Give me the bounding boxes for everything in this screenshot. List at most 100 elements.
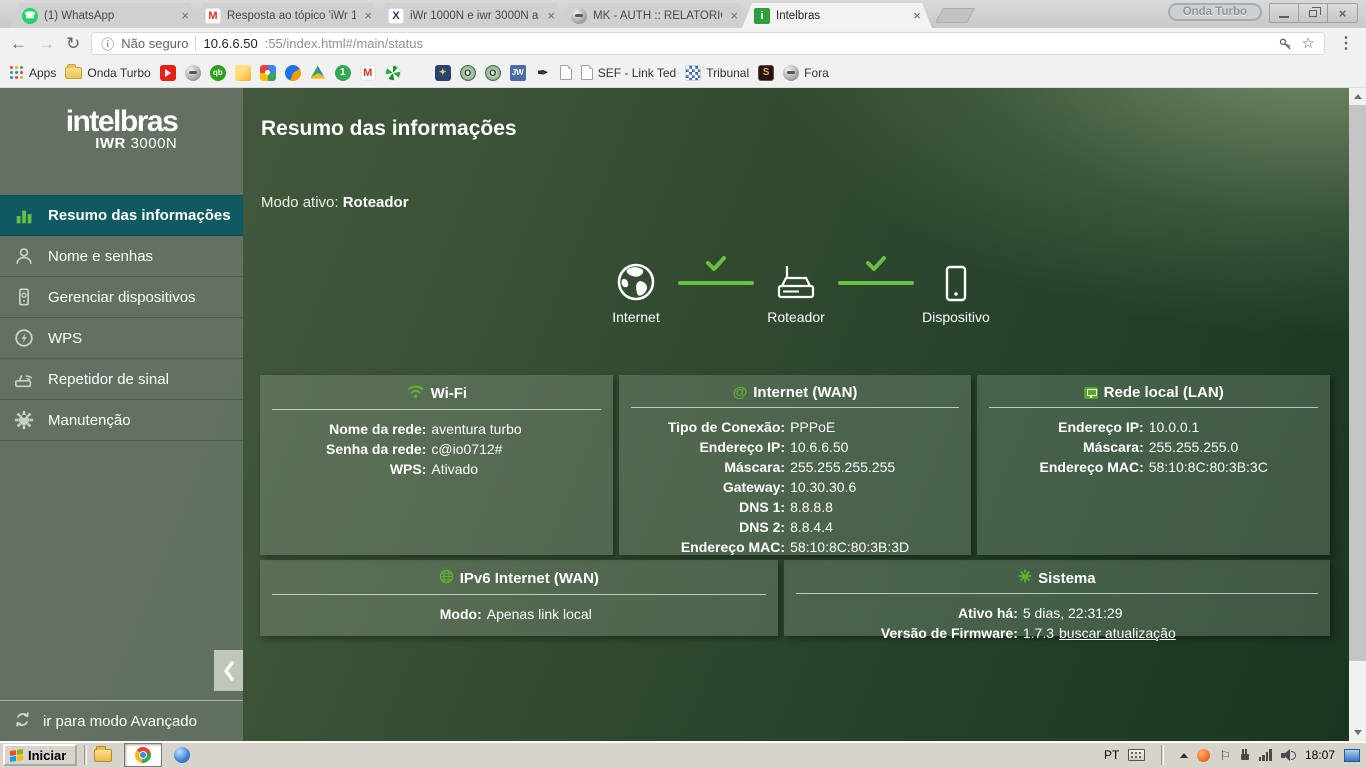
tab-forum[interactable]: X iWr 1000N e iwr 3000N am × [376,3,566,28]
avast-tray-icon[interactable] [1197,748,1211,762]
bookmark-star-icon[interactable]: ☆ [1302,34,1315,52]
quickbooks-icon[interactable]: qb [209,64,226,81]
tab-title: Intelbras [776,9,821,22]
windows-logo-icon [10,748,23,762]
bookmark-folder-onda-turbo[interactable]: Onda Turbo [65,63,151,80]
google-drive-icon[interactable] [310,65,326,79]
wps-icon [13,327,35,349]
repeater-icon [13,368,35,390]
tab-close-icon[interactable]: × [911,9,923,22]
pinwheel-icon[interactable] [384,64,401,81]
restore-button[interactable] [1299,4,1328,22]
avatar-face-icon[interactable] [184,64,201,81]
tab-close-icon[interactable]: × [545,9,557,22]
mosaic-icon [685,64,702,81]
devices-icon [13,286,35,308]
youtube-icon[interactable] [159,64,176,81]
speaker-icon[interactable] [1280,749,1296,761]
yellow-folder-icon[interactable] [234,64,251,81]
triangle-down-icon [1353,730,1362,735]
system-tray: PT ⚐ 18:07 [1104,742,1363,768]
tab-whatsapp[interactable]: ☎ (1) WhatsApp × [10,3,200,28]
scroll-down-button[interactable] [1349,724,1366,741]
show-desktop-icon[interactable] [1344,748,1360,762]
coin-icon[interactable]: O [459,64,476,81]
new-tab-button[interactable] [935,8,975,23]
flag-tray-icon[interactable]: ⚐ [1219,749,1231,762]
bookmark-sef-link-ted[interactable]: SEF - Link Ted [580,65,676,80]
check-icon [865,254,887,277]
browser-menu-icon[interactable]: ⋮ [1336,33,1356,53]
field-value: 58:10:8C:80:3B:3D [790,539,910,555]
scrollbar-thumb[interactable] [1349,105,1366,661]
google-maps-icon[interactable] [259,64,276,81]
whatsapp-favicon: ☎ [22,8,38,24]
microsoft-icon[interactable] [410,65,426,81]
scroll-up-button[interactable] [1349,88,1366,105]
sidebar-item-wps[interactable]: WPS [0,318,243,359]
ornate-icon[interactable]: S [758,64,775,81]
gmail-icon[interactable]: M [359,64,376,81]
field-value: 5 dias, 22:31:29 [1022,605,1123,621]
profile-button[interactable]: Onda Turbo [1167,3,1262,21]
page-icon[interactable] [559,65,572,80]
triangle-up-icon [1353,94,1362,99]
file-manager-taskbar-icon[interactable] [94,745,113,762]
field-label: Senha da rede: [326,441,427,457]
tab-close-icon[interactable]: × [362,9,374,22]
tab-close-icon[interactable]: × [728,9,740,22]
key-icon[interactable] [1278,36,1293,51]
language-indicator[interactable]: PT [1104,748,1119,762]
sidebar-collapse-button[interactable] [214,650,243,691]
restore-icon [1309,6,1321,17]
coin-icon[interactable]: O [484,64,501,81]
page-info-icon[interactable]: ⓘ [101,34,114,53]
minimize-button[interactable] [1270,4,1299,22]
node-label: Dispositivo [922,309,990,325]
check-update-link[interactable]: buscar atualização [1059,625,1176,641]
sidebar-item-repetidor[interactable]: Repetidor de sinal [0,359,243,400]
network-signal-icon[interactable] [1258,749,1272,761]
chrome-taskbar-icon[interactable] [124,743,163,767]
swoosh-icon[interactable] [284,64,301,81]
tab-intelbras-active[interactable]: i Intelbras × [742,3,932,28]
sidebar-item-resumo[interactable]: Resumo das informações [0,195,243,236]
page-scrollbar [1349,88,1366,741]
advanced-mode-button[interactable]: ir para modo Avançado [0,700,243,741]
tab-close-icon[interactable]: × [179,9,191,22]
field-value: 1.7.3 buscar atualização [1023,623,1318,643]
bookmark-tribunal[interactable]: Tribunal [685,64,749,81]
clock[interactable]: 18:07 [1305,748,1335,762]
tab-mkauth[interactable]: MK - AUTH :: RELATORIOS × [559,3,749,28]
address-bar[interactable]: ⓘ Não seguro 10.6.6.50:55/index.html#/ma… [91,31,1325,55]
sidebar-item-gerenciar-dispositivos[interactable]: Gerenciar dispositivos [0,277,243,318]
notification-one-icon[interactable]: 1 [334,64,351,81]
tab-gmail[interactable]: M Resposta ao tópico 'iWr 10 × [193,3,383,28]
card-divider [630,407,960,408]
field-value: 255.255.255.0 [1148,439,1239,455]
keyboard-icon[interactable] [1128,749,1146,761]
jw-icon[interactable]: JW [509,64,526,81]
sidebar-item-manutencao[interactable]: Manutenção [0,400,243,441]
taskbar-separator [84,745,88,765]
start-button[interactable]: Iniciar [3,744,78,766]
feather-icon[interactable]: ✒ [535,65,551,81]
field-label: Nome da rede: [329,421,427,437]
sphere-app-taskbar-icon[interactable] [174,747,191,763]
forward-icon[interactable]: → [38,35,55,52]
navy-crest-icon[interactable]: ✦ [434,64,451,81]
bookmark-fora[interactable]: Fora [783,64,829,81]
apps-shortcut[interactable]: Apps [10,65,56,80]
sidebar-item-nome-e-senhas[interactable]: Nome e senhas [0,236,243,277]
field-value: PPPoE [790,419,836,435]
chevron-left-icon [223,660,234,681]
bookmark-label: Onda Turbo [87,65,151,80]
hidden-icons-chevron[interactable] [1180,752,1189,758]
reload-icon[interactable]: ↻ [66,35,80,52]
tab-strip: ☎ (1) WhatsApp × M Resposta ao tópico 'i… [0,0,1366,28]
field-value: 58:10:8C:80:3B:3C [1148,459,1268,475]
back-icon[interactable]: ← [10,35,27,52]
power-plug-icon[interactable] [1240,748,1250,762]
card-header: Rede local (LAN) [989,382,1318,407]
close-button[interactable]: × [1328,4,1357,22]
